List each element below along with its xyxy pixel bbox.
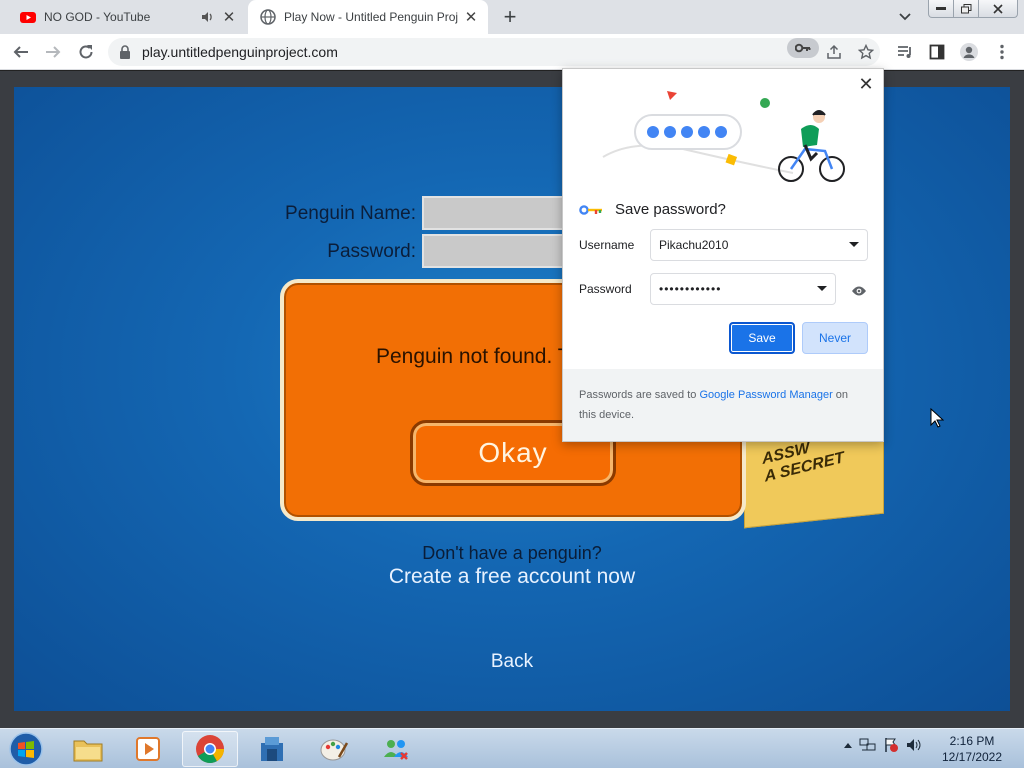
address-bar[interactable]: play.untitledpenguinproject.com: [108, 38, 880, 66]
back-button[interactable]: [8, 39, 34, 65]
password-manager-link[interactable]: Google Password Manager: [699, 389, 832, 401]
create-account-link[interactable]: Create a free account now: [14, 565, 1010, 589]
lock-icon[interactable]: [118, 45, 132, 59]
share-icon: [827, 44, 841, 59]
password-value: ••••••••••••: [659, 282, 722, 296]
speaker-icon[interactable]: [200, 10, 214, 24]
penguin-name-field[interactable]: [422, 196, 562, 230]
kebab-menu-icon: [1000, 44, 1004, 60]
tab-title: NO GOD - YouTube: [44, 10, 151, 24]
taskbar-clock[interactable]: 2:16 PM 12/17/2022: [930, 733, 1014, 765]
url-text[interactable]: play.untitledpenguinproject.com: [142, 44, 338, 60]
restore-button[interactable]: [953, 0, 979, 18]
media-player-icon: [136, 737, 160, 761]
tab-play-now[interactable]: Play Now - Untitled Penguin Proj ✕: [248, 0, 488, 34]
start-button[interactable]: [4, 731, 48, 767]
footer-text-before: Passwords are saved to: [579, 389, 700, 401]
taskbar-explorer[interactable]: [60, 731, 116, 767]
side-panel-button[interactable]: [924, 39, 950, 65]
tab-search-button[interactable]: [894, 6, 916, 28]
tab-title: Play Now - Untitled Penguin Proj: [284, 10, 459, 24]
restore-icon: [960, 3, 971, 13]
close-tab-icon[interactable]: ✕: [462, 8, 480, 26]
never-button[interactable]: Never: [802, 322, 868, 354]
windows-start-icon: [9, 732, 43, 766]
arrow-right-icon: [46, 46, 61, 58]
app-icon: [261, 737, 283, 761]
menu-button[interactable]: [989, 39, 1015, 65]
username-select[interactable]: Pikachu2010: [650, 229, 868, 261]
avatar-icon: [960, 43, 978, 61]
save-password-footer: Passwords are saved to Google Password M…: [563, 369, 883, 441]
media-queue-icon: [898, 46, 911, 58]
back-link[interactable]: Back: [14, 651, 1010, 673]
penguin-name-label: Penguin Name:: [285, 203, 416, 224]
username-value: Pikachu2010: [659, 238, 729, 252]
username-label: Username: [579, 238, 635, 252]
save-password-bubble: ✕ Save password? Username Pikachu2010 Pa…: [562, 68, 884, 442]
star-icon: [858, 44, 874, 60]
system-tray: [843, 737, 923, 753]
taskbar-media-player[interactable]: [120, 731, 176, 767]
minimize-button[interactable]: [928, 0, 954, 18]
save-button[interactable]: Save: [729, 322, 795, 354]
signup-question: Don't have a penguin?: [422, 543, 602, 563]
close-icon[interactable]: ✕: [857, 75, 875, 93]
password-label: Password:: [327, 241, 416, 262]
forward-button[interactable]: [40, 39, 66, 65]
minimize-icon: [936, 6, 946, 10]
password-field[interactable]: [422, 234, 562, 268]
close-window-button[interactable]: [978, 0, 1018, 18]
password-label: Password: [579, 282, 632, 296]
clock-date: 12/17/2022: [941, 750, 1003, 764]
globe-icon: [260, 9, 276, 25]
browser-toolbar: play.untitledpenguinproject.com: [0, 34, 1024, 70]
profile-button[interactable]: [956, 39, 982, 65]
new-tab-button[interactable]: +: [498, 4, 522, 29]
key-icon: [795, 43, 811, 53]
show-hidden-icons-icon[interactable]: [843, 741, 853, 749]
chrome-icon: [196, 735, 224, 763]
tab-youtube[interactable]: NO GOD - YouTube ✕: [8, 0, 246, 34]
mouse-cursor-icon: [930, 408, 944, 428]
side-panel-icon: [929, 44, 945, 60]
save-password-header: Save password?: [579, 201, 726, 218]
taskbar-network-people[interactable]: [368, 731, 424, 767]
save-password-title: Save password?: [615, 201, 726, 218]
tab-strip: NO GOD - YouTube ✕ Play Now - Untitled P…: [0, 0, 1024, 34]
action-center-flag-icon[interactable]: [883, 737, 899, 753]
explorer-icon: [73, 740, 103, 762]
reload-icon: [79, 45, 93, 59]
reload-button[interactable]: [73, 39, 99, 65]
close-tab-icon[interactable]: ✕: [220, 8, 238, 26]
youtube-icon: [20, 12, 36, 23]
bookmark-button[interactable]: [853, 39, 879, 65]
eye-icon[interactable]: [851, 283, 867, 299]
dropdown-caret-icon: [849, 242, 859, 247]
password-select[interactable]: ••••••••••••: [650, 273, 836, 305]
media-controls-button[interactable]: [892, 39, 918, 65]
error-message: Penguin not found. T: [376, 345, 571, 368]
network-icon[interactable]: [859, 737, 877, 753]
windows-taskbar: 2:16 PM 12/17/2022: [0, 728, 1024, 768]
close-icon: [993, 3, 1003, 14]
dropdown-caret-icon: [817, 286, 827, 291]
share-button[interactable]: [821, 39, 847, 65]
taskbar-app[interactable]: [244, 731, 300, 767]
arrow-left-icon: [13, 46, 28, 58]
taskbar-chrome[interactable]: [182, 731, 238, 767]
paint-icon: [320, 739, 349, 761]
chevron-down-icon: [899, 13, 911, 21]
volume-icon[interactable]: [905, 737, 923, 753]
password-illustration: [602, 91, 845, 182]
key-icon: [579, 204, 602, 215]
password-key-button[interactable]: [787, 38, 819, 58]
clock-time: 2:16 PM: [949, 734, 995, 748]
network-people-icon: [384, 740, 408, 760]
taskbar-paint[interactable]: [306, 731, 362, 767]
